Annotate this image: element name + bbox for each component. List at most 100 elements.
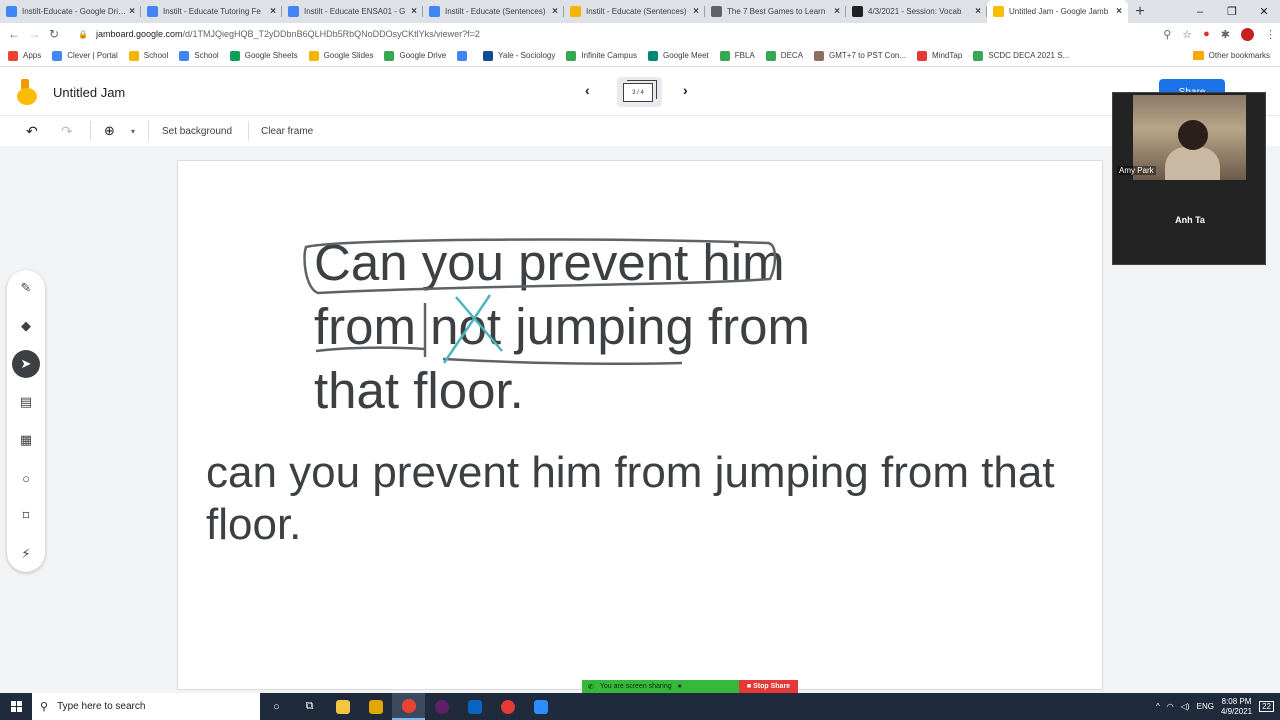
bookmark-item[interactable]: FBLA <box>719 50 755 61</box>
bookmark-icon <box>719 50 730 61</box>
bookmark-item[interactable]: SCDC DECA 2021 S... <box>973 50 1069 61</box>
bookmark-item[interactable]: GMT+7 to PST Con... <box>814 50 906 61</box>
bookmark-item[interactable]: DECA <box>765 50 803 61</box>
language-indicator[interactable]: ENG <box>1197 702 1214 711</box>
circle-shape-icon[interactable]: ○ <box>12 464 40 492</box>
bookmark-item[interactable]: Google Slides <box>308 50 373 61</box>
set-background-button[interactable]: Set background <box>162 126 232 137</box>
cortana-icon[interactable]: ○ <box>260 693 293 720</box>
bookmark-item[interactable]: Yale - Sociology <box>483 50 555 61</box>
media-icon[interactable] <box>491 693 524 720</box>
store-icon[interactable] <box>359 693 392 720</box>
minimize-icon[interactable]: – <box>1184 0 1216 23</box>
tab-close-icon[interactable]: × <box>693 6 699 17</box>
select-cursor-icon[interactable]: ➤ <box>12 350 40 378</box>
bookmark-item[interactable]: Google Sheets <box>229 50 298 61</box>
previous-frame-icon[interactable]: ‹ <box>585 82 590 98</box>
url-field[interactable]: 🔒 jamboard.google.com/d/1TMJQiegHQB_T2yD… <box>78 29 480 39</box>
tab-label: Instilt - Educate (Sentences) <box>445 7 546 16</box>
outlook-icon[interactable] <box>458 693 491 720</box>
bookmark-icon <box>457 50 468 61</box>
undo-icon[interactable]: ↶ <box>26 123 38 140</box>
task-view-icon[interactable]: ⧉ <box>293 693 326 720</box>
tab-close-icon[interactable]: × <box>411 6 417 17</box>
chrome-icon[interactable] <box>392 693 425 720</box>
text-box-icon[interactable]: ⌑ <box>12 502 40 530</box>
text-line-5[interactable]: floor. <box>206 499 301 551</box>
browser-tab[interactable]: The 7 Best Games to Learn × <box>705 0 846 23</box>
bookmark-item[interactable] <box>457 50 472 61</box>
text-line-1[interactable]: Can you prevent him <box>314 231 785 295</box>
browser-tab[interactable]: Instilt - Educate ENSA01 - G × <box>282 0 423 23</box>
bookmark-label: Infinite Campus <box>581 51 637 60</box>
zoom-app-icon[interactable] <box>524 693 557 720</box>
browser-tab[interactable]: Instilt - Educate Tutoring Fe × <box>141 0 282 23</box>
jam-title[interactable]: Untitled Jam <box>53 85 125 100</box>
clock[interactable]: 8:08 PM 4/9/2021 <box>1221 697 1252 717</box>
zoom-dropdown-icon[interactable]: ▾ <box>131 127 135 136</box>
tab-close-icon[interactable]: × <box>834 6 840 17</box>
windows-start-icon[interactable] <box>0 693 32 720</box>
text-line-4[interactable]: can you prevent him from jumping from th… <box>206 447 1055 499</box>
wifi-icon[interactable]: ◠ <box>1167 702 1174 711</box>
tab-label: Instilt - Educate (Sentences) <box>586 7 687 16</box>
jam-frame-canvas[interactable]: Can you prevent him from not jumping fro… <box>177 160 1103 690</box>
browser-tab[interactable]: 4/3/2021 - Session: Vocab × <box>846 0 987 23</box>
next-frame-icon[interactable]: › <box>683 82 688 98</box>
other-bookmarks[interactable]: Other bookmarks <box>1192 51 1270 60</box>
back-icon[interactable]: ← <box>4 27 24 41</box>
extension-red-icon[interactable]: ● <box>1203 28 1210 40</box>
text-line-2[interactable]: from not jumping from <box>314 295 810 359</box>
tab-close-icon[interactable]: × <box>1116 6 1122 17</box>
zoom-icon[interactable]: ⊕ <box>104 123 115 139</box>
puzzle-icon[interactable]: ✱ <box>1221 28 1230 41</box>
bookmark-item[interactable]: Google Meet <box>647 50 709 61</box>
bookmark-item[interactable]: Google Drive <box>384 50 446 61</box>
file-explorer-icon[interactable] <box>326 693 359 720</box>
redo-icon[interactable]: ↷ <box>61 123 73 140</box>
pen-icon[interactable]: ✎ <box>12 274 40 302</box>
taskbar-search-box[interactable]: ⚲ Type here to search <box>32 693 260 720</box>
volume-icon[interactable]: ◁) <box>1181 702 1190 711</box>
image-icon[interactable]: ▦ <box>12 426 40 454</box>
forward-icon[interactable]: → <box>24 27 44 41</box>
sticky-note-icon[interactable]: ▤ <box>12 388 40 416</box>
bookmark-item[interactable]: School <box>179 50 219 61</box>
chevron-up-icon[interactable]: ^ <box>1156 702 1160 711</box>
bookmark-item[interactable]: Clever | Portal <box>52 50 118 61</box>
tab-close-icon[interactable]: × <box>129 6 135 17</box>
tab-label: Untitled Jam - Google Jamb <box>1009 7 1109 16</box>
tab-close-icon[interactable]: × <box>975 6 981 17</box>
new-tab-button[interactable]: + <box>1128 0 1152 23</box>
frame-bar-button[interactable]: 3 / 4 <box>617 77 662 107</box>
browser-tab[interactable]: Instilt-Educate - Google Drive × <box>0 0 141 23</box>
close-window-icon[interactable]: ✕ <box>1248 0 1280 23</box>
profile-avatar[interactable] <box>1241 27 1254 41</box>
share-phone-icon: ✆ <box>588 683 594 691</box>
browser-tab[interactable]: Instilt - Educate (Sentences) × <box>423 0 564 23</box>
maximize-icon[interactable]: ❐ <box>1216 0 1248 23</box>
star-icon[interactable]: ☆ <box>1182 28 1192 41</box>
bookmark-label: Google Meet <box>662 51 709 60</box>
bookmark-item[interactable]: MindTap <box>917 50 962 61</box>
text-line-3[interactable]: that floor. <box>314 359 524 423</box>
eraser-icon[interactable]: ◆ <box>12 312 40 340</box>
tab-close-icon[interactable]: × <box>270 6 276 17</box>
notifications-icon[interactable]: 22 <box>1259 701 1274 712</box>
laser-icon[interactable]: ⚡ <box>12 540 40 568</box>
slack-icon[interactable] <box>425 693 458 720</box>
browser-tab[interactable]: Untitled Jam - Google Jamb × <box>987 0 1128 23</box>
stop-share-button[interactable]: ■ Stop Share <box>739 680 798 693</box>
tab-label: 4/3/2021 - Session: Vocab <box>868 7 962 16</box>
bookmark-item[interactable]: Apps <box>8 50 41 61</box>
bookmark-item[interactable]: School <box>128 50 168 61</box>
reload-icon[interactable]: ↻ <box>44 27 64 41</box>
tab-close-icon[interactable]: × <box>552 6 558 17</box>
clock-time: 8:08 PM <box>1221 696 1252 706</box>
bookmark-item[interactable]: Infinite Campus <box>566 50 637 61</box>
zoom-lens-icon[interactable]: ⚲ <box>1163 28 1171 41</box>
bookmark-label: Clever | Portal <box>67 51 118 60</box>
browser-tab[interactable]: Instilt - Educate (Sentences) × <box>564 0 705 23</box>
clear-frame-button[interactable]: Clear frame <box>261 126 313 137</box>
menu-kebab-icon[interactable]: ⋮ <box>1265 28 1276 41</box>
